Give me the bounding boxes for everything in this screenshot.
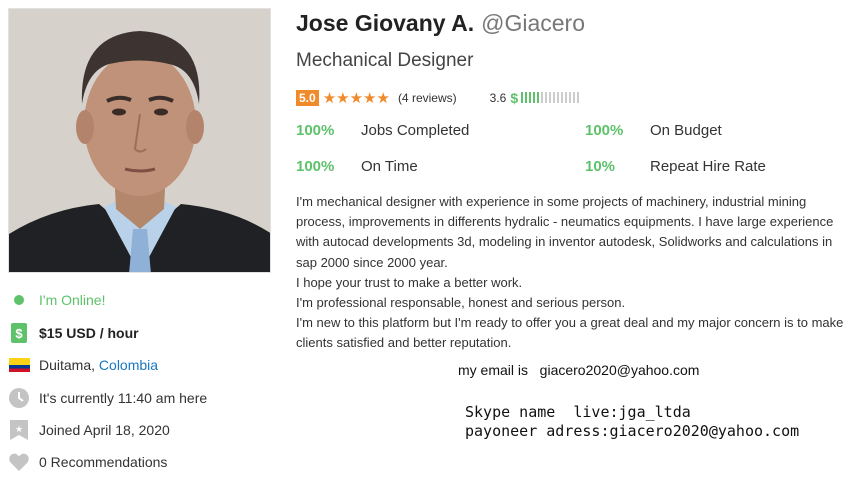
stat-label: On Time [361,157,418,175]
earnings-bar [525,92,528,103]
profile-photo [8,8,271,273]
location-country-link[interactable]: Colombia [99,357,158,373]
bio-paragraph: I'm professional responsable, honest and… [296,295,626,311]
online-status: I'm Online! [8,289,105,311]
stat-repeat-hire-rate: 10% Repeat Hire Rate [585,156,766,176]
bio-paragraph: I'm mechanical designer with experience … [296,194,834,270]
recommendations-text: 0 Recommendations [39,454,168,470]
local-time-text: It's currently 11:40 am here [39,390,208,406]
earnings-bar [545,92,548,103]
location-city: Duitama, [39,357,96,373]
hourly-rate: $ $15 USD / hour [8,322,139,344]
earnings-bar [529,92,532,103]
online-status-text: I'm Online! [39,292,106,308]
stat-value: 100% [296,157,335,175]
stat-label: Jobs Completed [361,121,470,139]
profile-handle: @Giacero [481,10,585,36]
profile-bio: I'm mechanical designer with experience … [296,192,852,354]
stat-value: 100% [585,121,624,139]
stat-value: 10% [585,157,616,175]
colombia-flag-icon [8,354,30,376]
earnings-bar [553,92,556,103]
payoneer-line: payoneer adress:giacero2020@yahoo.com [465,422,800,440]
earnings-score: 3.6 [489,90,507,105]
email-text: my email is giacero2020@yahoo.com [458,362,700,378]
stat-label: On Budget [650,121,722,139]
earnings-bar [573,92,576,103]
svg-text:$: $ [15,326,23,341]
earnings-level-bars [521,92,581,103]
joined-date-text: Joined April 18, 2020 [39,422,170,438]
stat-jobs-completed: 100% Jobs Completed [296,120,469,140]
heart-icon [8,451,30,473]
money-icon: $ [8,322,30,344]
rating-score-badge: 5.0 [296,89,319,106]
profile-name: Jose Giovany A. [296,10,475,36]
earnings-bar [557,92,560,103]
svg-text:★: ★ [15,425,23,435]
earnings-bar [541,92,544,103]
recommendations: 0 Recommendations [8,451,167,473]
calendar-badge-icon: ★ [8,419,30,441]
earnings-bar [569,92,572,103]
earnings-bar [537,92,540,103]
reviews-link[interactable]: (4 reviews) [398,91,457,105]
location: Duitama, Colombia [8,354,158,376]
stat-on-budget: 100% On Budget [585,120,722,140]
hourly-rate-text: $15 USD / hour [39,325,139,341]
profile-header: Jose Giovany A. @Giacero [296,10,585,40]
earnings-bar [561,92,564,103]
skype-line: Skype name live:jga_ltda [465,403,691,421]
online-dot-icon [8,289,30,311]
stat-label: Repeat Hire Rate [650,157,766,175]
profile-title: Mechanical Designer [296,50,474,71]
stat-value: 100% [296,121,335,139]
dollar-icon: $ [510,89,519,106]
star-rating-icon: ★★★★★ [322,89,390,107]
stat-on-time: 100% On Time [296,156,418,176]
rating-row: 5.0 ★★★★★ (4 reviews) 3.6 $ [296,89,581,107]
bio-paragraph: I hope your trust to make a better work. [296,274,523,290]
local-time: It's currently 11:40 am here [8,387,207,409]
clock-icon [8,387,30,409]
earnings-bar [521,92,524,103]
earnings-bar [577,92,580,103]
contact-block: Skype name live:jga_ltda payoneer adress… [465,403,799,441]
earnings-bar [533,92,536,103]
email-line: my email is giacero2020@yahoo.com [458,362,699,378]
earnings-bar [549,92,552,103]
bio-paragraph: I'm new to this platform but I'm ready t… [296,315,844,351]
earnings-bar [565,92,568,103]
joined-date: ★ Joined April 18, 2020 [8,419,170,441]
